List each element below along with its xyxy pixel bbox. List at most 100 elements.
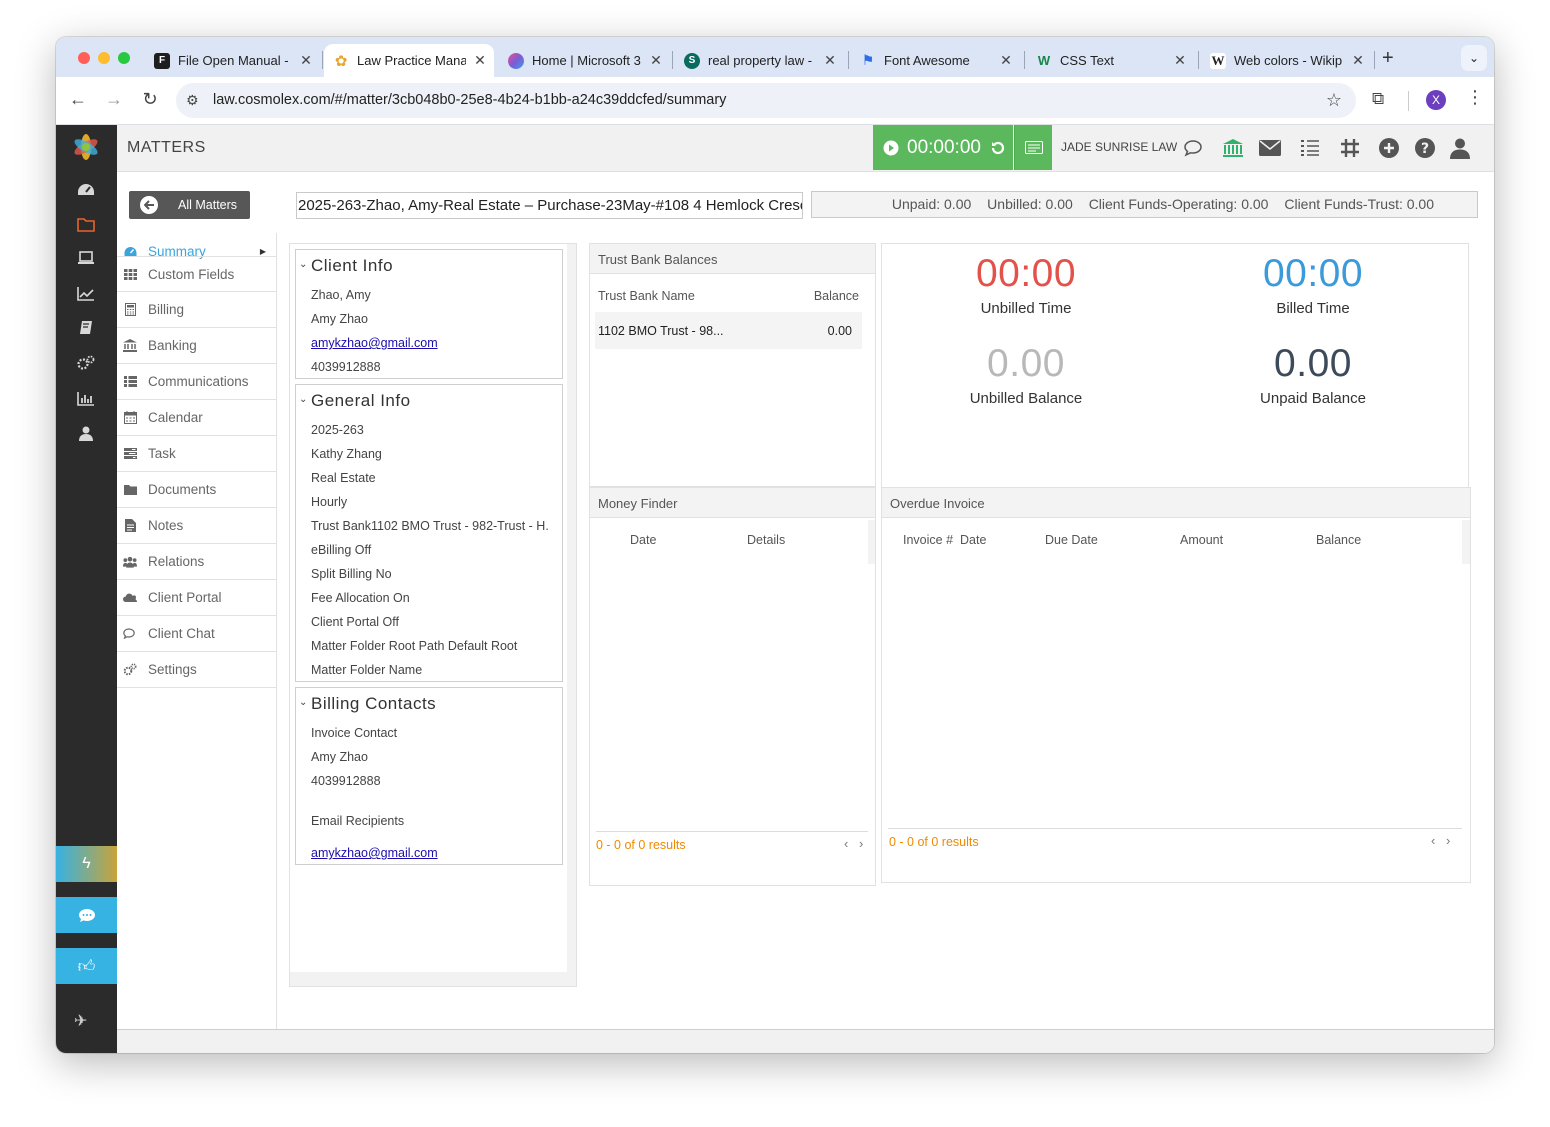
reset-timer-icon[interactable] [990, 140, 1006, 156]
vertical-scrollbar[interactable] [1462, 520, 1470, 564]
browser-tab-law-practice[interactable]: ✿ Law Practice Mana ✕ [324, 44, 494, 77]
zoom-window-button[interactable] [118, 52, 130, 64]
pager-previous-icon[interactable]: ‹ [844, 836, 848, 851]
quick-action-bolt-button[interactable]: ϟ [56, 846, 117, 882]
chevron-down-icon[interactable]: ⌄ [299, 697, 307, 708]
subnav-label: Relations [148, 554, 205, 569]
client-email-link[interactable]: amykzhao@gmail.com [311, 336, 438, 350]
chat-bubble-icon[interactable] [1180, 135, 1206, 161]
horizontal-scrollbar[interactable] [290, 972, 576, 986]
billing-contact-email-link[interactable]: amykzhao@gmail.com [311, 846, 438, 860]
chat-support-button[interactable] [56, 897, 117, 933]
reload-icon[interactable]: ↻ [138, 89, 162, 110]
chevron-down-icon[interactable]: ⌄ [299, 394, 307, 405]
all-matters-button[interactable]: All Matters [129, 191, 250, 219]
matter-name-field[interactable]: 2025-263-Zhao, Amy-Real Estate – Purchas… [296, 192, 803, 219]
billing-contacts-heading[interactable]: Billing Contacts [311, 694, 436, 714]
firm-name[interactable]: JADE SUNRISE LAW [1061, 140, 1177, 154]
trust-bank-row-name: 1102 BMO Trust - 98... [598, 324, 724, 338]
close-tab-icon[interactable]: ✕ [1172, 52, 1188, 69]
browser-tab-web-colors[interactable]: W Web colors - Wikip ✕ [1210, 44, 1366, 77]
add-circle-icon[interactable] [1376, 135, 1402, 161]
back-arrow-icon[interactable]: ← [66, 89, 90, 110]
pager-previous-icon[interactable]: ‹ [1431, 833, 1435, 848]
timer-widget[interactable]: 00:00:00 [873, 125, 1013, 170]
envelope-icon[interactable] [1257, 135, 1283, 161]
invoice-balance-header[interactable]: Balance [1316, 533, 1361, 547]
url-text[interactable]: law.cosmolex.com/#/matter/3cb048b0-25e8-… [213, 92, 726, 108]
pager-next-icon[interactable]: › [1446, 833, 1450, 848]
forward-arrow-icon[interactable]: → [102, 89, 126, 110]
user-icon[interactable] [74, 422, 98, 444]
laptop-icon[interactable] [74, 247, 98, 269]
user-profile-icon[interactable] [1447, 135, 1473, 161]
subnav-custom-fields[interactable]: Custom Fields [117, 256, 276, 292]
subnav-communications[interactable]: Communications [117, 364, 276, 400]
matters-folder-icon[interactable] [74, 213, 98, 235]
subnav-task[interactable]: Task [117, 436, 276, 472]
minimize-window-button[interactable] [98, 52, 110, 64]
address-bar[interactable]: ⚙ law.cosmolex.com/#/matter/3cb048b0-25e… [176, 83, 1356, 118]
close-window-button[interactable] [78, 52, 90, 64]
close-tab-icon[interactable]: ✕ [472, 52, 488, 69]
trust-bank-row-balance: 0.00 [827, 324, 852, 338]
browser-tab-microsoft-365[interactable]: Home | Microsoft 3 ✕ [508, 44, 664, 77]
subnav-documents[interactable]: Documents [117, 472, 276, 508]
invoice-number-header[interactable]: Invoice # [903, 533, 953, 547]
subnav-calendar[interactable]: Calendar [117, 400, 276, 436]
site-settings-icon[interactable]: ⚙ [186, 92, 199, 109]
profile-avatar[interactable]: X [1426, 90, 1446, 110]
bar-chart-icon[interactable] [74, 387, 98, 409]
help-circle-icon[interactable]: ? [1412, 135, 1438, 161]
close-tab-icon[interactable]: ✕ [998, 52, 1014, 69]
subnav-settings[interactable]: Settings [117, 652, 276, 688]
more-menu-icon[interactable]: ⋮ [1466, 87, 1484, 108]
cosmolex-logo-icon[interactable] [70, 131, 102, 163]
browser-tab-font-awesome[interactable]: ⚑ Font Awesome ✕ [860, 44, 1014, 77]
tab-search-chevron-icon[interactable]: ⌄ [1461, 45, 1487, 71]
invoice-date-header[interactable]: Date [960, 533, 986, 547]
browser-tab-real-property-law[interactable]: S real property law - ✕ [684, 44, 838, 77]
close-tab-icon[interactable]: ✕ [648, 52, 664, 69]
close-tab-icon[interactable]: ✕ [822, 52, 838, 69]
bookmark-star-icon[interactable]: ☆ [1326, 90, 1342, 111]
close-tab-icon[interactable]: ✕ [298, 52, 314, 69]
cogs-icon[interactable] [74, 352, 98, 374]
dashboard-icon[interactable] [74, 179, 98, 201]
table-row[interactable]: 1102 BMO Trust - 98... 0.00 [595, 312, 862, 349]
subnav-billing[interactable]: Billing [117, 292, 276, 328]
subnav-client-chat[interactable]: Client Chat [117, 616, 276, 652]
invoice-amount-header[interactable]: Amount [1180, 533, 1223, 547]
general-info-heading[interactable]: General Info [311, 391, 411, 411]
vertical-scrollbar[interactable] [868, 520, 875, 564]
feedback-thumbs-up-button[interactable]: 👍︎ [56, 948, 117, 984]
new-tab-icon[interactable]: + [1382, 47, 1394, 70]
subnav-banking[interactable]: Banking [117, 328, 276, 364]
calculator-grid-icon[interactable] [1337, 135, 1363, 161]
money-finder-date-header[interactable]: Date [630, 533, 656, 547]
cloud-user-icon [123, 591, 137, 605]
invoice-due-date-header[interactable]: Due Date [1045, 533, 1098, 547]
bank-icon[interactable] [1220, 135, 1246, 161]
play-icon[interactable] [883, 140, 899, 156]
extensions-puzzle-icon[interactable]: ⧉ [1372, 89, 1384, 109]
line-chart-icon[interactable] [74, 282, 98, 304]
money-finder-details-header[interactable]: Details [747, 533, 785, 547]
file-favicon-icon: F [154, 52, 170, 69]
vertical-scrollbar[interactable] [567, 244, 576, 986]
subnav-notes[interactable]: Notes [117, 508, 276, 544]
close-tab-icon[interactable]: ✕ [1350, 52, 1366, 69]
chevron-down-icon[interactable]: ⌄ [299, 259, 307, 270]
book-icon[interactable] [74, 317, 98, 339]
trust-bank-name-header[interactable]: Trust Bank Name [598, 289, 695, 303]
task-list-icon[interactable] [1297, 135, 1323, 161]
pin-sidebar-icon[interactable]: ✈ [74, 1011, 87, 1031]
subnav-relations[interactable]: Relations [117, 544, 276, 580]
subnav-client-portal[interactable]: Client Portal [117, 580, 276, 616]
browser-tab-css-text[interactable]: W CSS Text ✕ [1036, 44, 1188, 77]
client-info-heading[interactable]: Client Info [311, 256, 393, 276]
pager-next-icon[interactable]: › [859, 836, 863, 851]
trust-balance-header[interactable]: Balance [814, 289, 859, 303]
time-entry-button[interactable] [1014, 125, 1052, 170]
browser-tab-file-open-manual[interactable]: F File Open Manual - ✕ [154, 44, 314, 77]
